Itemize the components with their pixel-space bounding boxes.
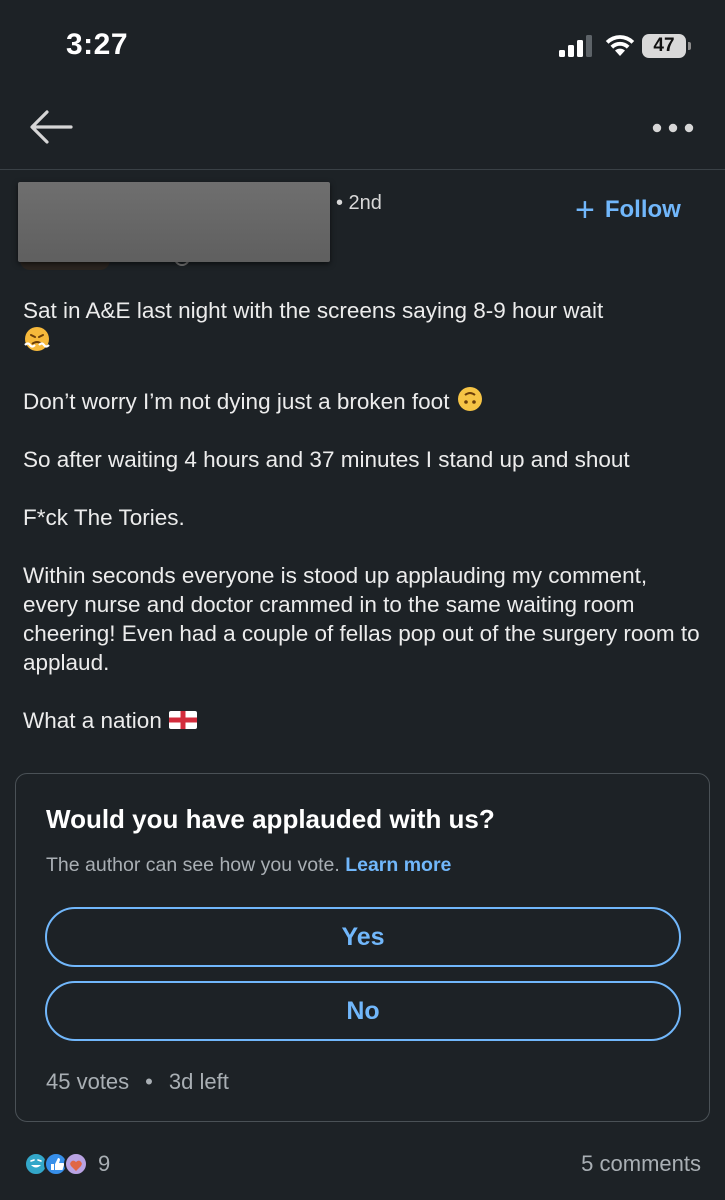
wifi-icon bbox=[605, 35, 635, 56]
more-dots-icon[interactable] bbox=[652, 122, 694, 134]
follow-label: Follow bbox=[604, 196, 681, 223]
poll-card: Would you have applauded with us? The au… bbox=[15, 773, 710, 1122]
arrow-left-icon[interactable] bbox=[28, 108, 74, 146]
poll-option-no[interactable]: No bbox=[45, 981, 681, 1041]
funny-icon bbox=[24, 1152, 48, 1176]
poll-meta: 45 votes • 3d left bbox=[46, 1069, 229, 1095]
poll-option-yes[interactable]: Yes bbox=[45, 907, 681, 967]
steam-from-nose-face-icon bbox=[24, 327, 50, 351]
post-text: Sat in A&E last night with the screens s… bbox=[23, 296, 703, 764]
battery-cap bbox=[688, 42, 691, 50]
social-counts-row: 9 5 comments bbox=[0, 1140, 725, 1190]
poll-time-left: 3d left bbox=[168, 1069, 229, 1094]
post-paragraph: Sat in A&E last night with the screens s… bbox=[23, 296, 703, 356]
poll-note-text: The author can see how you vote. bbox=[46, 854, 340, 876]
battery-level: 47 bbox=[642, 34, 686, 58]
redacted-author-name bbox=[18, 182, 330, 262]
reactions-icon-stack[interactable] bbox=[24, 1151, 94, 1177]
comments-count-link[interactable]: 5 comments bbox=[581, 1151, 701, 1177]
post-paragraph: So after waiting 4 hours and 37 minutes … bbox=[23, 447, 630, 472]
upside-down-face-icon bbox=[457, 387, 482, 411]
nav-bar bbox=[0, 90, 725, 170]
post-paragraph-text: What a nation bbox=[23, 708, 162, 733]
plus-icon: + bbox=[575, 191, 595, 229]
follow-button[interactable]: + Follow bbox=[575, 191, 681, 229]
post-paragraph-text: Sat in A&E last night with the screens s… bbox=[23, 298, 604, 323]
like-icon bbox=[44, 1152, 68, 1176]
poll-visibility-note: The author can see how you vote. Learn m… bbox=[46, 854, 451, 877]
post-paragraph: Don’t worry I’m not dying just a broken … bbox=[23, 385, 703, 416]
post-paragraph: What a nation bbox=[23, 706, 703, 735]
meta-separator: • bbox=[145, 1069, 153, 1094]
reaction-count[interactable]: 9 bbox=[98, 1151, 110, 1177]
post-author-row: • 2nd + Follow bbox=[0, 170, 725, 275]
post-paragraph: F*ck The Tories. bbox=[23, 505, 185, 530]
status-bar: 3:27 47 bbox=[0, 0, 725, 90]
cellular-signal-icon bbox=[559, 35, 592, 57]
post-paragraph: Within seconds everyone is stood up appl… bbox=[23, 563, 700, 675]
poll-question: Would you have applauded with us? bbox=[46, 804, 495, 834]
battery-indicator: 47 bbox=[642, 34, 692, 58]
status-time: 3:27 bbox=[66, 28, 129, 61]
learn-more-link[interactable]: Learn more bbox=[345, 854, 451, 876]
support-icon bbox=[64, 1152, 88, 1176]
post-paragraph-text: Don’t worry I’m not dying just a broken … bbox=[23, 389, 450, 414]
connection-degree: • 2nd bbox=[336, 192, 382, 214]
poll-votes: 45 votes bbox=[46, 1069, 130, 1094]
england-flag-icon bbox=[169, 711, 198, 729]
